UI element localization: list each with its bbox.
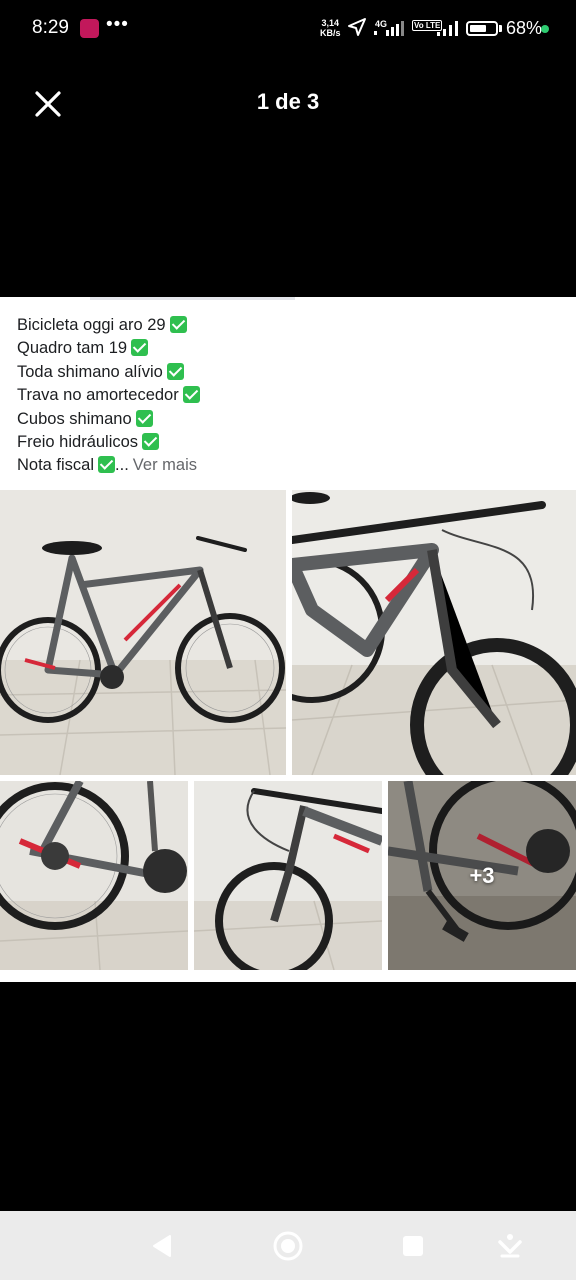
description-line: Quadro tam 19 bbox=[17, 337, 557, 360]
description-text: Trava no amortecedor bbox=[17, 386, 179, 405]
signal-4g-icon: 4G bbox=[374, 19, 404, 36]
description-line: Cubos shimano bbox=[17, 408, 557, 431]
navigation-bar bbox=[0, 1211, 576, 1280]
photo-crank-more[interactable]: +3 bbox=[388, 781, 576, 970]
back-button[interactable] bbox=[144, 1228, 180, 1264]
check-mark-icon bbox=[135, 409, 153, 427]
bike-side-image bbox=[0, 490, 286, 775]
back-icon bbox=[153, 1235, 171, 1257]
description-text: Toda shimano alívio bbox=[17, 362, 163, 381]
more-notifications-icon: ••• bbox=[106, 14, 129, 35]
check-mark-icon bbox=[166, 362, 184, 380]
battery-percentage: 68% bbox=[506, 18, 543, 38]
signal-bars-icon bbox=[437, 21, 458, 36]
image-counter: 1 de 3 bbox=[256, 89, 320, 114]
description-text: Quadro tam 19 bbox=[17, 339, 128, 358]
recents-icon bbox=[403, 1236, 423, 1256]
location-arrow-icon bbox=[348, 18, 366, 36]
description-text: Cubos shimano bbox=[17, 409, 132, 428]
photo-fork-handlebar[interactable] bbox=[194, 781, 382, 970]
battery-fill bbox=[470, 25, 487, 32]
battery-tip bbox=[499, 25, 502, 32]
see-more-link[interactable]: Ver mais bbox=[133, 456, 197, 474]
check-mark-icon bbox=[131, 339, 149, 357]
check-mark-icon bbox=[182, 386, 200, 404]
status-time: 8:29 bbox=[32, 17, 69, 38]
privacy-indicator-dot bbox=[541, 25, 549, 33]
network-speed-value: 3,14 bbox=[321, 18, 340, 28]
recents-button[interactable] bbox=[395, 1228, 431, 1264]
card-divider bbox=[90, 297, 295, 300]
post-card: Bicicleta oggi aro 29 Quadro tam 19 Toda… bbox=[0, 297, 576, 982]
home-icon bbox=[273, 1231, 303, 1261]
assist-icon bbox=[498, 1234, 522, 1258]
photo-rear-drivetrain[interactable] bbox=[0, 781, 188, 970]
description-line: Nota fiscal... Ver mais bbox=[17, 454, 557, 477]
description-text: Freio hidráulicos bbox=[17, 433, 139, 452]
network-speed-unit: KB/s bbox=[320, 28, 341, 38]
drivetrain-image bbox=[0, 781, 188, 970]
home-button[interactable] bbox=[270, 1228, 306, 1264]
bike-front-image bbox=[292, 490, 576, 775]
network-speed: 3,14 KB/s bbox=[320, 18, 341, 38]
check-mark-icon bbox=[98, 456, 116, 474]
description-line: Freio hidráulicos bbox=[17, 431, 557, 454]
photo-bike-front[interactable] bbox=[292, 490, 576, 775]
assist-button[interactable] bbox=[492, 1228, 528, 1264]
battery-icon bbox=[466, 21, 498, 36]
status-bar: 8:29 ••• 3,14 KB/s 4G Vo LTE 68% bbox=[0, 0, 576, 60]
more-photos-count: +3 bbox=[469, 862, 495, 888]
app-notification-icon bbox=[80, 19, 99, 38]
check-mark-icon bbox=[142, 433, 160, 451]
fork-image bbox=[194, 781, 382, 970]
check-mark-icon bbox=[169, 316, 187, 333]
description-line: Trava no amortecedor bbox=[17, 384, 557, 407]
description-text: Nota fiscal bbox=[17, 456, 95, 475]
description-line: Bicicleta oggi aro 29 bbox=[17, 314, 557, 337]
network-type-label: 4G bbox=[375, 19, 387, 29]
post-description: Bicicleta oggi aro 29 Quadro tam 19 Toda… bbox=[17, 314, 557, 478]
photo-bike-side[interactable] bbox=[0, 490, 286, 775]
description-text: Bicicleta oggi aro 29 bbox=[17, 316, 166, 334]
ellipsis: ... bbox=[115, 456, 129, 475]
description-line: Toda shimano alívio bbox=[17, 361, 557, 384]
